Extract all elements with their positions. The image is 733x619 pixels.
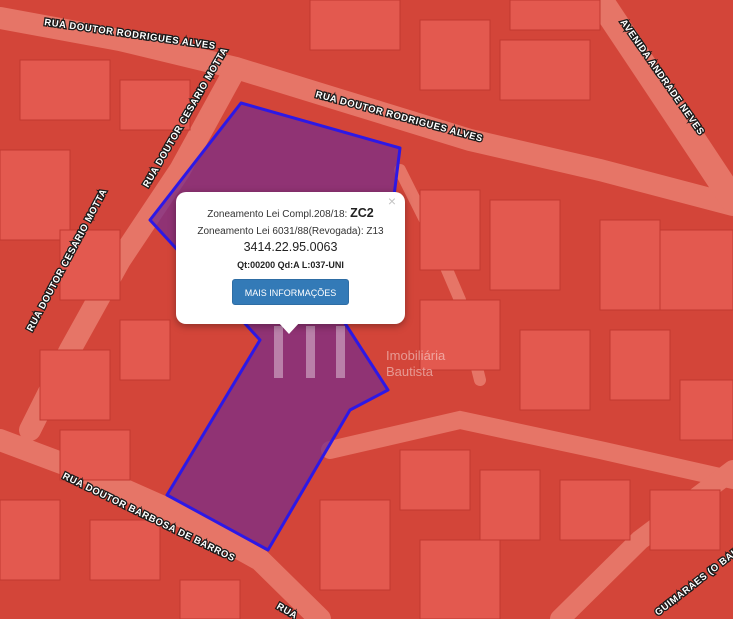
parcel-info-popup: × Zoneamento Lei Compl.208/18: ZC2 Zonea… xyxy=(176,192,405,324)
popup-pointer xyxy=(278,322,300,334)
old-zoning-line: Zoneamento Lei 6031/88(Revogada): Z13 xyxy=(197,226,384,237)
block-info: Qt:00200 Qd:A L:037-UNI xyxy=(237,260,344,270)
zoning-value: ZC2 xyxy=(350,206,374,220)
zoning-line: Zoneamento Lei Compl.208/18: ZC2 xyxy=(176,206,405,220)
zoning-label: Zoneamento Lei Compl.208/18: xyxy=(207,209,348,220)
parcel-code: 3414.22.95.0063 xyxy=(243,240,338,254)
more-info-button[interactable]: MAIS INFORMAÇÕES xyxy=(232,279,349,305)
